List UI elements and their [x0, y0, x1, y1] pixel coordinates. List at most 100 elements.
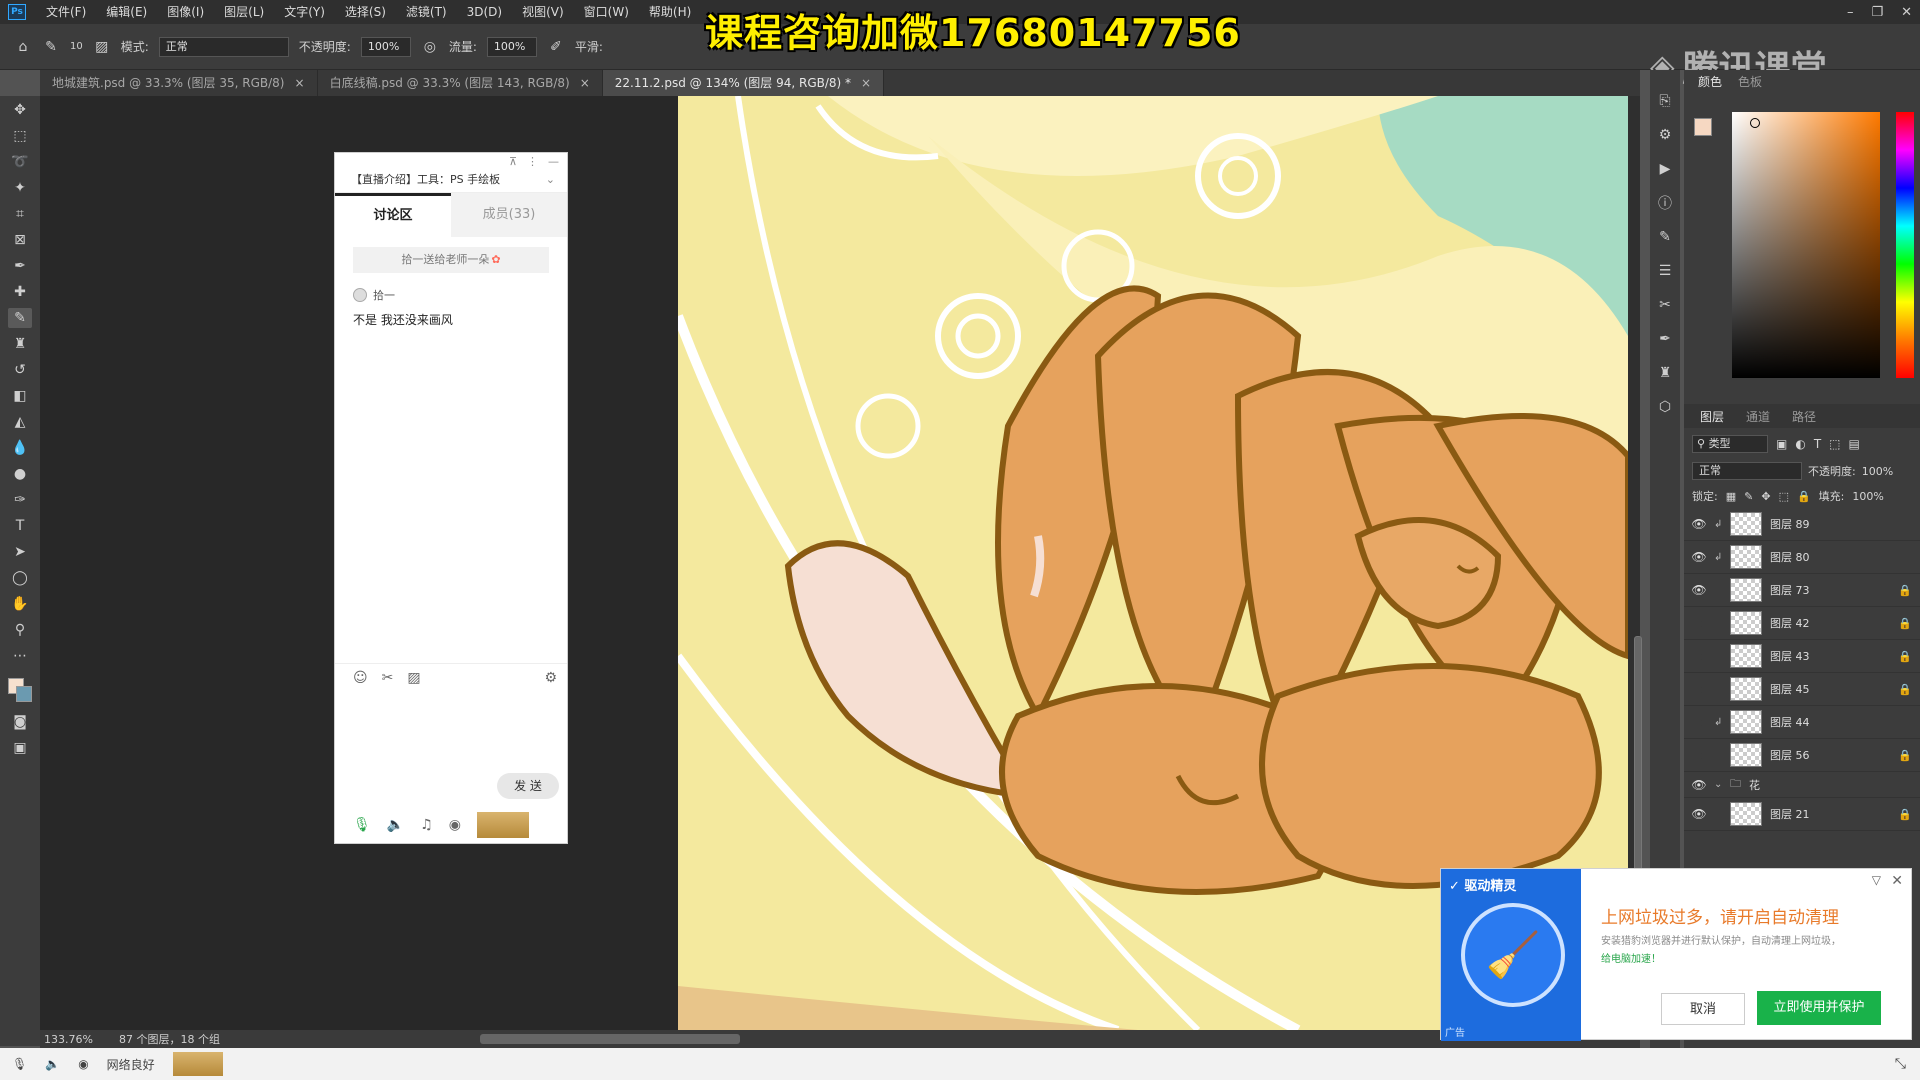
history-icon[interactable]: ⎘ [1654, 90, 1676, 112]
scissors-icon[interactable]: ✂ [382, 670, 394, 686]
scrollbar-thumb[interactable] [1634, 636, 1642, 896]
enable-protection-button[interactable]: 立即使用并保护 [1757, 991, 1881, 1025]
opacity-field[interactable]: 100% [360, 36, 411, 57]
location-icon[interactable]: ◉ [78, 1057, 88, 1071]
properties-icon[interactable]: ⚙ [1654, 124, 1676, 146]
menu-view[interactable]: 视图(V) [512, 0, 574, 24]
blend-mode-select[interactable]: 正常 [1692, 462, 1802, 480]
send-button[interactable]: 发 送 [497, 773, 559, 799]
minimize-icon[interactable]: – [1847, 5, 1854, 20]
background-color[interactable] [16, 686, 32, 702]
menu-help[interactable]: 帮助(H) [639, 0, 701, 24]
music-icon[interactable]: ♫ [420, 817, 433, 833]
paint-bucket-icon[interactable]: ◭ [8, 412, 32, 432]
adjustments-icon[interactable]: ☰ [1654, 260, 1676, 282]
pen-tool-icon[interactable]: ✑ [8, 490, 32, 510]
zoom-tool-icon[interactable]: ⚲ [8, 620, 32, 640]
quick-mask-icon[interactable]: ◙ [8, 712, 32, 732]
filter-shape-icon[interactable]: ⬚ [1829, 437, 1840, 451]
mode-select[interactable]: 正常 [158, 36, 289, 57]
hue-slider[interactable] [1896, 112, 1914, 378]
opacity-value[interactable]: 100% [1862, 465, 1893, 478]
cancel-button[interactable]: 取消 [1661, 993, 1745, 1025]
menu-file[interactable]: 文件(F) [36, 0, 96, 24]
pin-icon[interactable]: ⊼ [509, 155, 517, 168]
info-icon[interactable]: ⓘ [1654, 192, 1676, 214]
video-thumbnail[interactable] [172, 1052, 223, 1076]
blur-tool-icon[interactable]: 💧 [8, 438, 32, 458]
tab-discussion[interactable]: 讨论区 [335, 193, 451, 237]
chevron-down-icon[interactable]: ⌄ [1714, 779, 1726, 790]
lock-all-icon[interactable]: 🔒 [1797, 490, 1811, 503]
layer-row[interactable]: ▫ 图层 43 🔒 [1684, 640, 1920, 673]
tab-color[interactable]: 颜色 [1698, 73, 1722, 90]
frame-tool-icon[interactable]: ⊠ [8, 230, 32, 250]
clone-stamp-icon[interactable]: ♜ [8, 334, 32, 354]
brush-size[interactable]: 10 [70, 41, 83, 52]
brush-settings-icon[interactable]: ▨ [93, 38, 111, 56]
layer-row[interactable]: 👁 图层 21 🔒 [1684, 798, 1920, 831]
filter-smart-icon[interactable]: ▤ [1849, 437, 1860, 451]
marquee-tool-icon[interactable]: ⬚ [8, 126, 32, 146]
zoom-level[interactable]: 133.76% [44, 1033, 93, 1046]
close-icon[interactable]: ✕ [1901, 5, 1912, 20]
speaker-icon[interactable]: 🔈 [387, 817, 404, 833]
eye-hidden-icon[interactable]: ▫ [1684, 649, 1714, 663]
emoji-icon[interactable]: ☺ [353, 670, 368, 686]
dodge-tool-icon[interactable]: ● [8, 464, 32, 484]
speaker-icon[interactable]: 🔈 [45, 1057, 60, 1071]
color-picker-marker[interactable] [1750, 118, 1760, 128]
brush-tool-icon[interactable]: ✎ [8, 308, 32, 328]
tab-channels[interactable]: 通道 [1746, 408, 1770, 425]
eraser-icon[interactable]: ◧ [8, 386, 32, 406]
tab-swatches[interactable]: 色板 [1738, 73, 1762, 90]
tab-document-1[interactable]: 地城建筑.psd @ 33.3% (图层 35, RGB/8) × [40, 70, 318, 96]
screen-mode-icon[interactable]: ▣ [8, 738, 32, 758]
ellipse-tool-icon[interactable]: ◯ [8, 568, 32, 588]
collapse-icon[interactable]: ⤡ [1895, 1056, 1906, 1072]
eye-hidden-icon[interactable]: ▫ [1684, 748, 1714, 762]
microphone-icon[interactable]: 🎙 [353, 817, 371, 833]
menu-layer[interactable]: 图层(L) [214, 0, 274, 24]
eye-icon[interactable]: 👁 [1684, 550, 1714, 564]
eye-icon[interactable]: 👁 [1684, 778, 1714, 792]
menu-image[interactable]: 图像(I) [157, 0, 214, 24]
menu-type[interactable]: 文字(Y) [274, 0, 335, 24]
lock-transparency-icon[interactable]: ▦ [1726, 490, 1736, 503]
menu-edit[interactable]: 编辑(E) [96, 0, 157, 24]
layer-row[interactable]: 👁 图层 73 🔒 [1684, 574, 1920, 607]
tab-close-icon[interactable]: × [861, 76, 871, 90]
healing-brush-icon[interactable]: ✚ [8, 282, 32, 302]
layer-row[interactable]: ▫ ↲ 图层 44 [1684, 706, 1920, 739]
flow-field[interactable]: 100% [486, 36, 537, 57]
horizontal-scrollbar-thumb[interactable] [480, 1034, 740, 1044]
menu-window[interactable]: 窗口(W) [574, 0, 639, 24]
tab-paths[interactable]: 路径 [1792, 408, 1816, 425]
tab-close-icon[interactable]: × [295, 76, 305, 90]
layer-row[interactable]: ▫ 图层 56 🔒 [1684, 739, 1920, 772]
layer-row[interactable]: 👁 ↲ 图层 89 [1684, 508, 1920, 541]
home-icon[interactable]: ⌂ [14, 38, 32, 56]
eyedropper-icon[interactable]: ✒ [8, 256, 32, 276]
close-icon[interactable]: ✕ [1891, 873, 1903, 889]
color-picker-field[interactable] [1732, 112, 1880, 378]
more-icon[interactable]: ⋮ [527, 155, 538, 168]
document-info[interactable]: 87 个图层，18 个组 [119, 1031, 220, 1047]
eye-hidden-icon[interactable]: ▫ [1684, 682, 1714, 696]
brush-preset-icon[interactable]: ✎ [42, 38, 60, 56]
hand-tool-icon[interactable]: ✋ [8, 594, 32, 614]
location-icon[interactable]: ◉ [449, 817, 461, 833]
filter-pixel-icon[interactable]: ▣ [1776, 437, 1787, 451]
play-icon[interactable]: ▶ [1654, 158, 1676, 180]
microphone-off-icon[interactable]: 🎙 [12, 1057, 27, 1071]
type-tool-icon[interactable]: T [8, 516, 32, 536]
lock-artboard-icon[interactable]: ⬚ [1779, 490, 1789, 503]
airbrush-icon[interactable]: ✐ [547, 38, 565, 56]
layer-row[interactable]: ▫ 图层 42 🔒 [1684, 607, 1920, 640]
lasso-tool-icon[interactable]: ➰ [8, 152, 32, 172]
filter-adjustment-icon[interactable]: ◐ [1795, 437, 1805, 451]
lock-paint-icon[interactable]: ✎ [1744, 490, 1753, 503]
foreground-color-swatch[interactable] [1694, 118, 1712, 136]
layer-row[interactable]: ▫ 图层 45 🔒 [1684, 673, 1920, 706]
settings-icon[interactable]: ⚙ [544, 670, 557, 686]
